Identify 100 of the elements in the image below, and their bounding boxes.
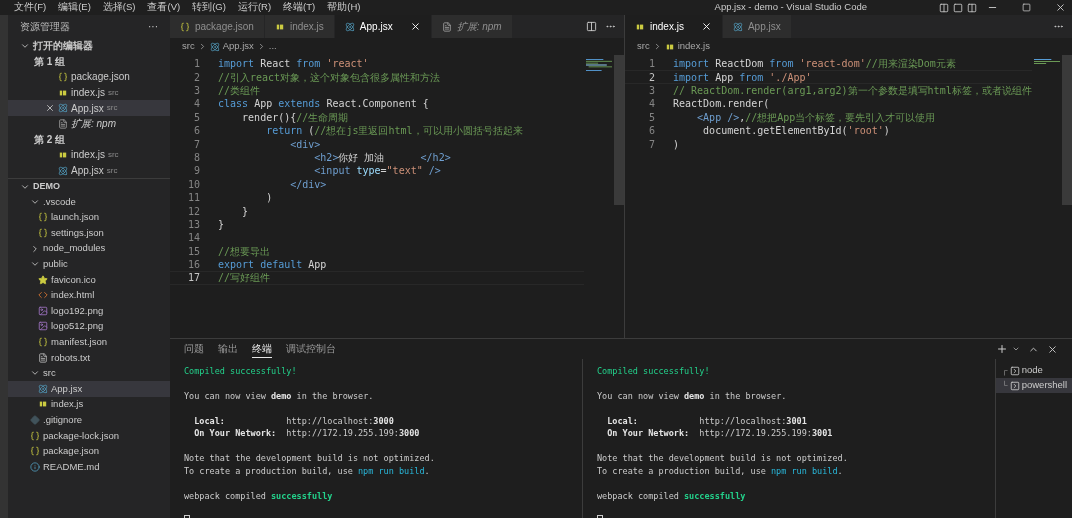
chevron-down-icon[interactable] bbox=[1012, 345, 1020, 353]
menu-item[interactable]: 转到(G) bbox=[192, 0, 226, 15]
code-line: } bbox=[241, 204, 249, 219]
close-icon[interactable] bbox=[45, 103, 55, 114]
open-editor-item[interactable]: index.js src bbox=[8, 84, 170, 101]
line-number: 4 bbox=[647, 97, 655, 112]
folder-item[interactable]: src bbox=[8, 365, 170, 382]
terminal-line: Compiled successfully! bbox=[184, 364, 297, 378]
menu-item[interactable]: 终端(T) bbox=[283, 0, 316, 15]
layout-icon[interactable] bbox=[953, 2, 963, 13]
file-item[interactable]: favicon.ico bbox=[8, 271, 170, 288]
close-icon[interactable] bbox=[1047, 343, 1058, 355]
line-number: 11 bbox=[186, 191, 200, 206]
line-number: 6 bbox=[647, 124, 655, 139]
scrollbar[interactable] bbox=[614, 55, 624, 205]
code-line: import React from 'react' bbox=[218, 57, 369, 72]
folder-item[interactable]: .vscode bbox=[8, 193, 170, 210]
breadcrumb-item[interactable]: src bbox=[637, 39, 650, 54]
breadcrumb-item[interactable]: index.js bbox=[677, 39, 710, 54]
file-item[interactable]: package-lock.json bbox=[8, 427, 170, 444]
panel-tab[interactable]: 输出 bbox=[218, 340, 238, 358]
panel-tab[interactable]: 问题 bbox=[184, 340, 204, 358]
line-number: 9 bbox=[192, 164, 200, 179]
file-item[interactable]: .gitignore bbox=[8, 412, 170, 428]
open-editor-item[interactable]: package.json bbox=[8, 69, 170, 85]
folder-item[interactable]: public bbox=[8, 256, 170, 272]
editor-tab[interactable]: App.jsx bbox=[334, 15, 432, 38]
file-item[interactable]: index.js bbox=[8, 396, 170, 413]
file-item[interactable]: logo512.png bbox=[8, 318, 170, 335]
editor-tab[interactable]: package.json bbox=[170, 15, 265, 38]
code-line: <div> bbox=[289, 137, 321, 152]
file-item[interactable]: README.md bbox=[8, 459, 170, 475]
editor-tab[interactable]: 扩展: npm bbox=[431, 15, 513, 38]
terminal-line: Note that the development build is not optimized. bbox=[597, 452, 848, 466]
line-number: 6 bbox=[192, 124, 200, 139]
menu-item[interactable]: 查看(V) bbox=[147, 0, 181, 15]
line-number: 1 bbox=[647, 57, 655, 72]
section-header[interactable]: DEMO bbox=[8, 178, 170, 194]
close-icon[interactable] bbox=[1055, 2, 1066, 13]
code-line: export default App bbox=[218, 258, 327, 273]
editor-tab[interactable]: index.js bbox=[264, 15, 335, 38]
open-editor-item[interactable]: App.jsx src bbox=[8, 162, 170, 179]
breadcrumb-item[interactable]: ... bbox=[268, 39, 277, 54]
code-line: class App extends React.Component { bbox=[218, 97, 429, 112]
code-line: return (//想在js里返回html，可以用小圆括号括起来 bbox=[265, 124, 523, 139]
atom-icon bbox=[38, 383, 48, 394]
open-editor-item[interactable]: App.jsx src bbox=[8, 100, 170, 116]
breadcrumb-item[interactable]: src bbox=[182, 39, 195, 54]
terminal-list-item[interactable]: ┌ node bbox=[996, 363, 1072, 378]
maximize-icon[interactable] bbox=[1022, 3, 1031, 12]
breadcrumb-item[interactable]: App.jsx bbox=[222, 39, 254, 54]
panel-tab[interactable]: 终端 bbox=[252, 340, 272, 358]
line-number: 15 bbox=[186, 244, 200, 259]
menu-item[interactable]: 编辑(E) bbox=[58, 0, 91, 15]
line-number: 7 bbox=[192, 137, 200, 152]
menu-item[interactable]: 帮助(H) bbox=[327, 0, 361, 15]
code-line: //引入react对象，这个对象包含很多属性和方法 bbox=[218, 70, 441, 85]
close-icon[interactable] bbox=[700, 21, 712, 32]
file-item[interactable]: index.html bbox=[8, 287, 170, 304]
file-item[interactable]: App.jsx bbox=[8, 381, 170, 397]
editor-tab[interactable]: index.js bbox=[625, 15, 723, 38]
editor-tab[interactable]: App.jsx bbox=[722, 15, 792, 38]
close-icon[interactable] bbox=[409, 21, 421, 32]
atom-icon bbox=[732, 21, 743, 32]
line-number: 3 bbox=[647, 84, 655, 98]
layout-icon[interactable] bbox=[939, 2, 949, 13]
group-label: 第 2 组 bbox=[34, 132, 66, 147]
code-line: <input type="text" /> bbox=[313, 164, 441, 179]
line-number: 12 bbox=[186, 204, 200, 219]
atom-icon bbox=[344, 21, 355, 32]
terminal-icon bbox=[1009, 380, 1020, 391]
file-item[interactable]: robots.txt bbox=[8, 349, 170, 366]
section-header[interactable]: 打开的编辑器 bbox=[8, 38, 170, 54]
terminal-line: Compiled successfully! bbox=[597, 364, 710, 378]
folder-item[interactable]: node_modules bbox=[8, 240, 170, 257]
menu-item[interactable]: 选择(S) bbox=[102, 0, 136, 15]
open-editor-item[interactable]: 扩展: npm bbox=[8, 115, 170, 132]
menu-item[interactable]: 运行(R) bbox=[237, 0, 272, 15]
file-item[interactable]: launch.json bbox=[8, 209, 170, 226]
scrollbar[interactable] bbox=[1062, 55, 1072, 205]
layout-icon[interactable] bbox=[967, 2, 977, 13]
terminal-list-item[interactable]: └ powershell bbox=[996, 378, 1072, 393]
open-editor-item[interactable]: index.js src bbox=[8, 147, 170, 163]
image-icon bbox=[38, 321, 48, 332]
line-number: 16 bbox=[186, 258, 200, 273]
plus-icon[interactable] bbox=[996, 343, 1008, 355]
file-item[interactable]: logo192.png bbox=[8, 303, 170, 319]
file-item[interactable]: settings.json bbox=[8, 225, 170, 241]
terminal-line: webpack compiled successfully bbox=[597, 489, 746, 503]
code-line: render(){//生命周期 bbox=[241, 110, 349, 125]
code-line: //类组件 bbox=[218, 84, 261, 98]
terminal-icon bbox=[1009, 365, 1020, 376]
menu-item[interactable]: 文件(F) bbox=[14, 0, 47, 15]
more-actions-button[interactable]: ··· bbox=[148, 19, 158, 34]
file-item[interactable]: package.json bbox=[8, 443, 170, 460]
file-item[interactable]: manifest.json bbox=[8, 334, 170, 350]
split-editor-icon[interactable] bbox=[586, 21, 597, 32]
panel-tab[interactable]: 调试控制台 bbox=[286, 340, 336, 358]
line-number: 2 bbox=[192, 70, 200, 85]
code-line: <h2>你好 加油 </h2> bbox=[313, 150, 451, 165]
